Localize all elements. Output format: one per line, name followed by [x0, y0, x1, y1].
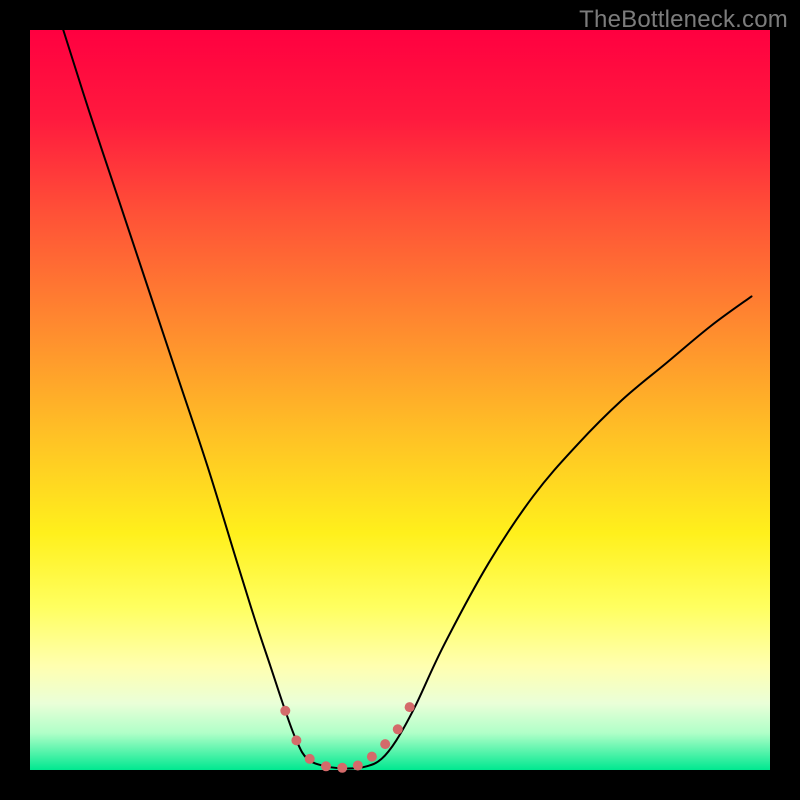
valley-marker [280, 706, 290, 716]
valley-marker [367, 752, 377, 762]
valley-marker [393, 724, 403, 734]
valley-marker [291, 735, 301, 745]
watermark-text: TheBottleneck.com [579, 6, 788, 34]
valley-marker [305, 754, 315, 764]
valley-marker [321, 761, 331, 771]
plot-background [30, 30, 770, 770]
valley-marker [380, 739, 390, 749]
valley-marker [337, 763, 347, 773]
bottleneck-chart [0, 0, 800, 800]
valley-marker [405, 702, 415, 712]
chart-container: TheBottleneck.com [0, 0, 800, 800]
valley-marker [353, 761, 363, 771]
